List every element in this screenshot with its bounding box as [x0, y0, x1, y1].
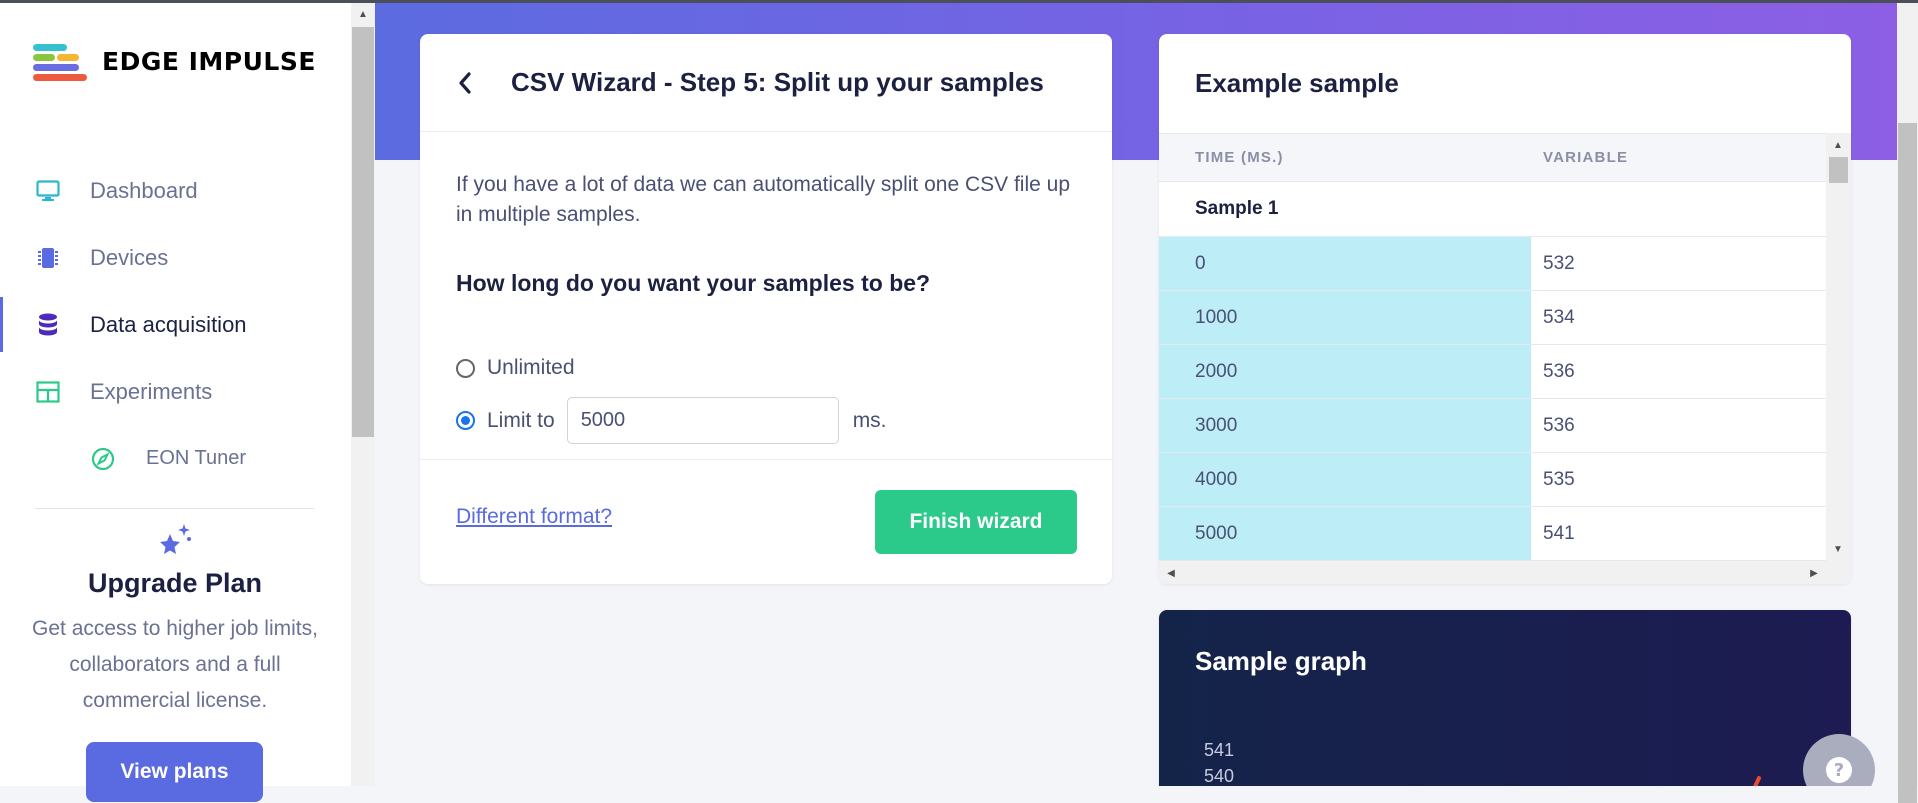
wizard-title: CSV Wizard - Step 5: Split up your sampl…: [511, 67, 1044, 97]
variable-cell: 536: [1531, 345, 1826, 398]
sidebar-item-label: Devices: [90, 244, 169, 270]
variable-cell: 535: [1531, 453, 1826, 506]
main-content: CSV Wizard - Step 5: Split up your sampl…: [375, 0, 1897, 786]
upgrade-description: Get access to higher job limits, collabo…: [32, 617, 318, 712]
unit-label: ms.: [852, 408, 887, 432]
y-tick-label: 540: [1204, 766, 1235, 786]
scroll-left-arrow-icon[interactable]: ◀: [1159, 561, 1183, 584]
view-plans-button[interactable]: View plans: [86, 742, 263, 802]
question-mark-icon: ?: [1826, 757, 1852, 783]
wizard-footer-divider: [420, 459, 1112, 460]
sidebar-item-label: Dashboard: [90, 177, 198, 203]
chevron-left-icon[interactable]: [453, 71, 477, 95]
variable-cell: 536: [1531, 399, 1826, 452]
table-scrollbar-thumb[interactable]: [1829, 157, 1848, 183]
time-cell: 5000: [1159, 507, 1531, 560]
sidebar-nav: Dashboard Devices Data acquisition Exper…: [0, 157, 351, 492]
scroll-up-arrow-icon[interactable]: ▲: [1826, 133, 1850, 157]
table-vertical-scrollbar[interactable]: ▲ ▼: [1826, 133, 1851, 561]
example-sample-title: Example sample: [1195, 68, 1399, 98]
table-row: 0 532: [1159, 237, 1826, 291]
sample-graph-title: Sample graph: [1195, 646, 1367, 676]
finish-wizard-button[interactable]: Finish wizard: [875, 490, 1077, 554]
scroll-down-arrow-icon[interactable]: ▼: [1826, 537, 1850, 561]
variable-cell: 534: [1531, 291, 1826, 344]
time-cell: 3000: [1159, 399, 1531, 452]
unlimited-option[interactable]: Unlimited: [456, 356, 575, 380]
column-header-time: TIME (MS.): [1195, 149, 1284, 166]
page-scrollbar-thumb[interactable]: [1898, 123, 1917, 803]
different-format-link[interactable]: Different format?: [456, 505, 612, 529]
sidebar-item-label: Experiments: [90, 378, 213, 404]
wizard-header: CSV Wizard - Step 5: Split up your sampl…: [420, 34, 1112, 132]
limit-label[interactable]: Limit to: [487, 409, 555, 433]
time-cell: 0: [1159, 237, 1531, 290]
sidebar-scrollbar[interactable]: ▲: [351, 0, 375, 786]
scroll-up-arrow-icon[interactable]: ▲: [351, 2, 375, 26]
limit-ms-input[interactable]: [566, 397, 839, 444]
sidebar-item-devices[interactable]: Devices: [0, 224, 351, 291]
sidebar-item-experiments[interactable]: Experiments: [0, 358, 351, 425]
variable-cell: 532: [1531, 237, 1826, 290]
sidebar-divider: [35, 508, 314, 509]
monitor-icon: [35, 178, 61, 204]
window-top-border: [0, 0, 1918, 3]
upgrade-panel: Upgrade Plan Get access to higher job li…: [20, 520, 330, 719]
sidebar-item-label: Data acquisition: [90, 311, 247, 337]
unlimited-label[interactable]: Unlimited: [487, 356, 575, 380]
edge-impulse-logo-icon: [33, 41, 87, 81]
example-sample-card: Example sample TIME (MS.) VARIABLE Sampl…: [1159, 34, 1851, 584]
logo[interactable]: EDGE IMPULSE: [33, 41, 316, 81]
variable-cell: 541: [1531, 507, 1826, 560]
scroll-right-arrow-icon[interactable]: ▶: [1802, 561, 1826, 584]
sidebar-scrollbar-thumb[interactable]: [352, 27, 374, 437]
limit-option[interactable]: Limit to ms.: [456, 397, 887, 444]
database-icon: [35, 312, 61, 338]
y-tick-label: 541: [1204, 740, 1235, 760]
chip-icon: [35, 245, 61, 271]
table-row: 2000 536: [1159, 345, 1826, 399]
sidebar-item-label: EON Tuner: [146, 447, 247, 469]
time-cell: 2000: [1159, 345, 1531, 398]
time-cell: 4000: [1159, 453, 1531, 506]
compass-icon: [90, 446, 116, 472]
sample-graph-card: Sample graph 541 540: [1159, 610, 1851, 786]
sidebar-item-eon-tuner[interactable]: EON Tuner: [0, 425, 351, 492]
csv-wizard-card: CSV Wizard - Step 5: Split up your sampl…: [420, 34, 1112, 584]
table-row: 5000 541: [1159, 507, 1826, 561]
sidebar: EDGE IMPULSE Dashboard Devices Data acqu…: [0, 0, 351, 802]
table-header: TIME (MS.) VARIABLE: [1159, 133, 1826, 182]
column-header-variable: VARIABLE: [1543, 149, 1629, 166]
page-scrollbar[interactable]: [1897, 0, 1918, 803]
grid-icon: [35, 379, 61, 405]
sample-table: TIME (MS.) VARIABLE Sample 1 0 532 1000 …: [1159, 133, 1826, 561]
table-row: 1000 534: [1159, 291, 1826, 345]
upgrade-title: Upgrade Plan: [87, 568, 263, 598]
sidebar-item-dashboard[interactable]: Dashboard: [0, 157, 351, 224]
table-horizontal-scrollbar[interactable]: ◀ ▶: [1159, 561, 1851, 584]
sparkle-star-icon: [20, 520, 330, 560]
graph-series-line: [1753, 776, 1761, 786]
svg-text:?: ?: [1834, 760, 1844, 781]
sidebar-item-data-acquisition[interactable]: Data acquisition: [0, 291, 351, 358]
brand-name: EDGE IMPULSE: [102, 46, 316, 76]
time-cell: 1000: [1159, 291, 1531, 344]
sample-length-question: How long do you want your samples to be?: [456, 270, 931, 296]
unlimited-radio[interactable]: [456, 358, 475, 378]
wizard-description: If you have a lot of data we can automat…: [456, 173, 1071, 226]
limit-radio[interactable]: [456, 411, 475, 430]
table-row: 4000 535: [1159, 453, 1826, 507]
table-row: 3000 536: [1159, 399, 1826, 453]
table-group-row: Sample 1: [1159, 182, 1826, 237]
